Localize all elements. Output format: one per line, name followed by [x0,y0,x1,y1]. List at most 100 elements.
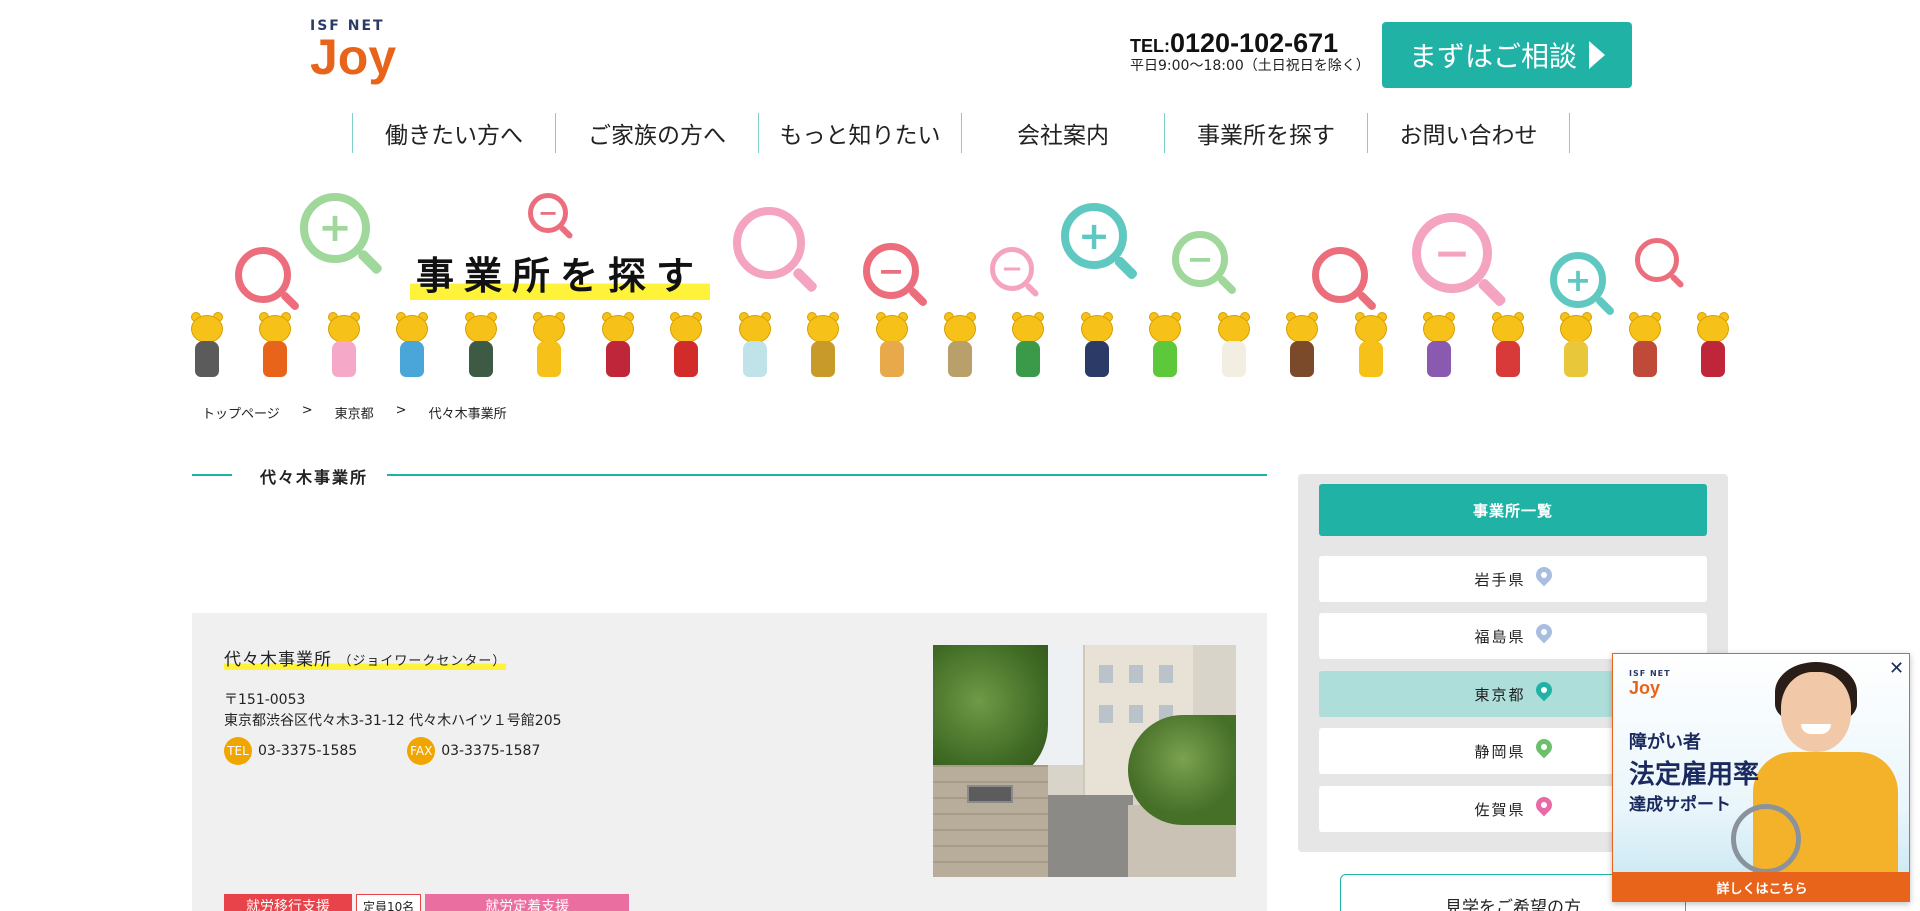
breadcrumb-separator: > [395,403,407,418]
site-logo[interactable]: ISF NET Joy [310,18,397,85]
mascot-icon [596,312,640,381]
zoom-in-icon: + [1550,252,1616,317]
ad-line-3: 達成サポート [1629,795,1731,815]
tel-badge: TEL [224,737,252,765]
tag-transition-support: 就労移行支援 [224,894,352,911]
nav-item-learn-more[interactable]: もっと知りたい [758,113,961,153]
tel-number[interactable]: 0120-102-671 [1170,28,1338,58]
breadcrumb: トップページ > 東京都 > 代々木事業所 [202,403,507,422]
mascot-icon [1006,312,1050,381]
map-pin-icon [1532,620,1555,648]
office-postal-code: 〒151-0053 [224,692,306,708]
heading-rule [387,474,1267,476]
ad-logo-main: Joy [1629,678,1661,698]
zoom-out-icon: − [1412,213,1508,308]
mascot-icon [185,312,229,381]
mascot-icon [1212,312,1256,381]
breadcrumb-tokyo[interactable]: 東京都 [335,403,374,422]
zoom-out-icon: − [990,247,1040,298]
ad-line-2: 法定雇用率 [1629,760,1760,790]
zoom-out-icon: − [1172,231,1238,296]
mascot-icon [1143,312,1187,381]
floating-ad-banner[interactable]: ISF NET Joy 障がい者 法定雇用率 達成サポート ✕ 詳しくはこちら [1612,653,1910,902]
magnifier-icon [235,247,301,312]
magnifier-icon [733,207,819,294]
sidebar-item-label: 福島県 [1474,627,1526,646]
nav-item-find-office[interactable]: 事業所を探す [1164,113,1367,153]
office-name-sub: （ジョイワークセンター） [338,654,507,669]
zoom-in-icon: + [1061,203,1139,281]
tag-capacity: 定員10名 [356,894,422,911]
fax-group: FAX 03-3375-1587 [407,737,540,765]
hero-banner: 事業所を探す + − − − + − − + [185,185,1735,385]
wheelchair-icon [1731,804,1801,874]
zoom-out-icon: − [528,193,574,240]
sidebar-title: 事業所一覧 [1319,484,1707,536]
office-fax: 03-3375-1587 [441,743,541,759]
ad-logo-top: ISF NET [1629,669,1671,678]
office-contact: TEL 03-3375-1585 FAX 03-3375-1587 [224,737,540,765]
breadcrumb-current: 代々木事業所 [428,407,507,422]
map-pin-icon [1532,793,1555,821]
map-pin-icon [1532,563,1555,591]
office-name-main: 代々木事業所 [224,650,332,670]
mascot-icon [1075,312,1119,381]
tag-retention-support: 就労定着支援 [425,894,630,911]
logo-main-text: Joy [310,29,397,85]
section-heading: 代々木事業所 [192,462,1267,488]
mascot-icon [938,312,982,381]
tel-hours: 平日9:00～18:00（土日祝日を除く） [1130,58,1370,74]
mascot-icon [1623,312,1667,381]
zoom-in-icon: + [300,193,384,276]
global-nav: 働きたい方へ ご家族の方へ もっと知りたい 会社案内 事業所を探す お問い合わせ [352,113,1570,153]
mascot-icon [322,312,366,381]
breadcrumb-separator: > [301,403,313,418]
nav-item-company[interactable]: 会社案内 [961,113,1164,153]
office-address: 東京都渋谷区代々木3-31-12 代々木ハイツ１号館205 [224,713,562,729]
nav-item-contact[interactable]: お問い合わせ [1367,113,1570,153]
magnifier-icon [1312,247,1378,312]
section-title: 代々木事業所 [252,464,377,488]
arrow-right-icon [1589,41,1605,69]
zoom-out-icon: − [863,243,929,308]
mascot-icon [664,312,708,381]
ad-details-link[interactable]: 詳しくはこちら [1613,872,1909,901]
heading-rule [192,474,232,476]
mascot-icon [1691,312,1735,381]
sidebar-item-label: 岩手県 [1474,570,1526,589]
mascot-row [185,312,1735,385]
mascot-icon [1554,312,1598,381]
office-card: 代々木事業所 （ジョイワークセンター） 〒151-0053 東京都渋谷区代々木3… [192,613,1267,911]
map-pin-icon [1532,735,1555,763]
magnifier-icon [1635,238,1685,289]
nav-item-family[interactable]: ご家族の方へ [555,113,758,153]
office-tel[interactable]: 03-3375-1585 [258,743,357,759]
sidebar-item-label: 静岡県 [1474,742,1526,761]
consult-button[interactable]: まずはご相談 [1382,22,1632,88]
breadcrumb-home[interactable]: トップページ [202,403,280,422]
service-tags: 就労移行支援 定員10名 就労定着支援 [224,894,630,911]
sidebar-item-iwate[interactable]: 岩手県 [1319,556,1707,602]
mascot-icon [801,312,845,381]
ad-line-1: 障がい者 [1629,732,1701,753]
fax-badge: FAX [407,737,436,765]
consult-button-label: まずはご相談 [1408,40,1577,73]
mascot-icon [253,312,297,381]
close-icon[interactable]: ✕ [1889,658,1904,679]
mascot-icon [1486,312,1530,381]
mascot-icon [733,312,777,381]
tel-box: TEL:0120-102-671 平日9:00～18:00（土日祝日を除く） [1130,30,1370,74]
mascot-icon [1349,312,1393,381]
tel-line: TEL:0120-102-671 [1130,30,1370,57]
nav-item-work[interactable]: 働きたい方へ [352,113,555,153]
mascot-icon [1417,312,1461,381]
mascot-icon [1280,312,1324,381]
tel-prefix: TEL: [1130,36,1170,56]
office-name: 代々木事業所 （ジョイワークセンター） [224,645,507,670]
map-pin-icon [1532,678,1555,706]
mascot-icon [459,312,503,381]
mascot-icon [390,312,434,381]
hero-title: 事業所を探す [410,245,711,300]
sidebar-item-label: 佐賀県 [1474,800,1526,819]
sidebar-item-label: 東京都 [1474,685,1526,704]
